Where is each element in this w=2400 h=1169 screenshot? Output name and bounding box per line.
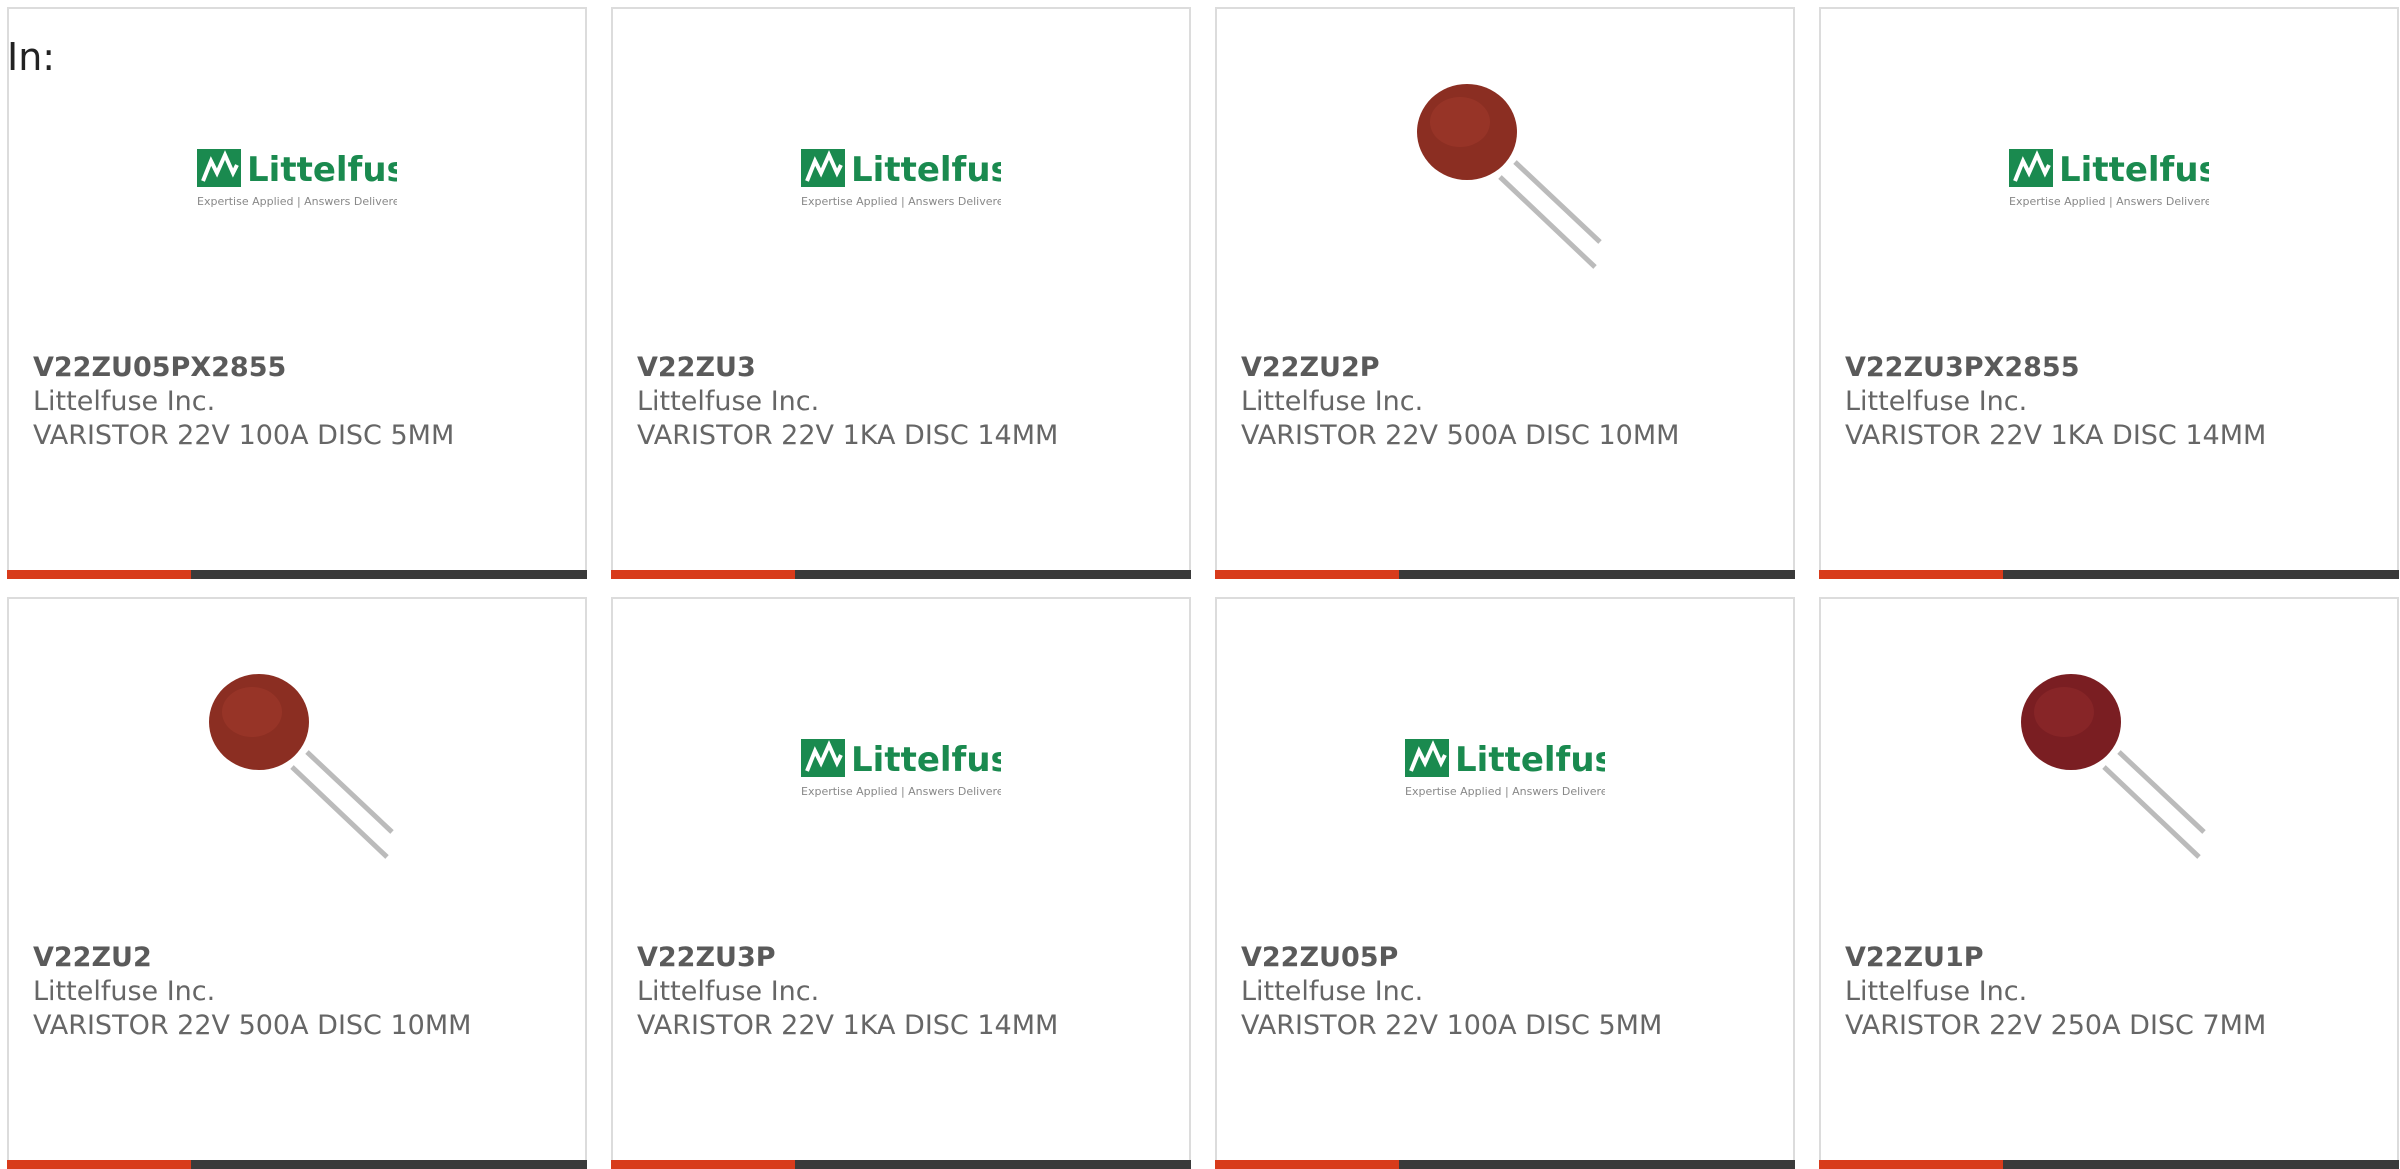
svg-text:Littelfuse: Littelfuse: [851, 740, 1001, 780]
accent-bar: [1819, 570, 2003, 579]
description: VARISTOR 22V 100A DISC 5MM: [33, 420, 455, 451]
svg-text:Expertise Applied | Answers De: Expertise Applied | Answers Delivered: [197, 195, 397, 208]
accent-bar: [7, 570, 191, 579]
description: VARISTOR 22V 100A DISC 5MM: [1241, 1010, 1663, 1041]
product-image[interactable]: [197, 667, 397, 869]
footer-bar: [191, 570, 587, 579]
svg-text:Expertise Applied | Answers De: Expertise Applied | Answers Delivered: [801, 195, 1001, 208]
footer-bar: [795, 570, 1191, 579]
littelfuse-logo-icon: Littelfuse Expertise Applied | Answers D…: [1405, 739, 1605, 798]
manufacturer: Littelfuse Inc.: [33, 386, 216, 417]
disc-varistor-icon: [2021, 674, 2206, 859]
product-image[interactable]: Littelfuse Expertise Applied | Answers D…: [801, 667, 1001, 869]
manufacturer: Littelfuse Inc.: [637, 976, 820, 1007]
svg-text:Littelfuse: Littelfuse: [1455, 740, 1605, 780]
littelfuse-logo-icon: Littelfuse Expertise Applied | Answers D…: [197, 149, 397, 208]
part-number[interactable]: V22ZU05P: [1241, 941, 1783, 975]
footer-bar: [795, 1160, 1191, 1169]
description: VARISTOR 22V 1KA DISC 14MM: [637, 420, 1059, 451]
part-number[interactable]: V22ZU1P: [1845, 941, 2387, 975]
svg-text:Expertise Applied | Answers De: Expertise Applied | Answers Delivered: [2009, 195, 2209, 208]
disc-varistor-icon: [1417, 84, 1602, 269]
manufacturer: Littelfuse Inc.: [33, 976, 216, 1007]
product-image[interactable]: Littelfuse Expertise Applied | Answers D…: [801, 77, 1001, 279]
filter-label: In:: [7, 35, 56, 79]
product-card[interactable]: V22ZU2P Littelfuse Inc. VARISTOR 22V 500…: [1215, 7, 1795, 579]
accent-bar: [1819, 1160, 2003, 1169]
part-number[interactable]: V22ZU2P: [1241, 351, 1783, 385]
product-card[interactable]: Littelfuse Expertise Applied | Answers D…: [7, 7, 587, 579]
accent-bar: [1215, 570, 1399, 579]
part-number[interactable]: V22ZU2: [33, 941, 575, 975]
product-image[interactable]: Littelfuse Expertise Applied | Answers D…: [197, 77, 397, 279]
littelfuse-logo-icon: Littelfuse Expertise Applied | Answers D…: [801, 739, 1001, 798]
description: VARISTOR 22V 1KA DISC 14MM: [637, 1010, 1059, 1041]
product-card[interactable]: V22ZU2 Littelfuse Inc. VARISTOR 22V 500A…: [7, 597, 587, 1169]
manufacturer: Littelfuse Inc.: [637, 386, 820, 417]
footer-bar: [191, 1160, 587, 1169]
svg-text:Littelfuse: Littelfuse: [247, 150, 397, 190]
footer-bar: [1399, 570, 1795, 579]
svg-text:Expertise Applied | Answers De: Expertise Applied | Answers Delivered: [1405, 785, 1605, 798]
description: VARISTOR 22V 500A DISC 10MM: [1241, 420, 1680, 451]
footer-bar: [2003, 570, 2399, 579]
product-image[interactable]: [1405, 77, 1605, 279]
svg-text:Littelfuse: Littelfuse: [851, 150, 1001, 190]
part-number[interactable]: V22ZU3PX2855: [1845, 351, 2387, 385]
part-number[interactable]: V22ZU05PX2855: [33, 351, 575, 385]
part-number[interactable]: V22ZU3P: [637, 941, 1179, 975]
svg-text:Expertise Applied | Answers De: Expertise Applied | Answers Delivered: [801, 785, 1001, 798]
product-card[interactable]: V22ZU1P Littelfuse Inc. VARISTOR 22V 250…: [1819, 597, 2399, 1169]
svg-text:Littelfuse: Littelfuse: [2059, 150, 2209, 190]
product-image[interactable]: Littelfuse Expertise Applied | Answers D…: [1405, 667, 1605, 869]
footer-bar: [1399, 1160, 1795, 1169]
footer-bar: [2003, 1160, 2399, 1169]
description: VARISTOR 22V 250A DISC 7MM: [1845, 1010, 2267, 1041]
part-number[interactable]: V22ZU3: [637, 351, 1179, 385]
product-image[interactable]: Littelfuse Expertise Applied | Answers D…: [2009, 77, 2209, 279]
product-grid: Littelfuse Expertise Applied | Answers D…: [0, 0, 2400, 1169]
description: VARISTOR 22V 500A DISC 10MM: [33, 1010, 472, 1041]
littelfuse-logo-icon: Littelfuse Expertise Applied | Answers D…: [801, 149, 1001, 208]
accent-bar: [611, 1160, 795, 1169]
manufacturer: Littelfuse Inc.: [1845, 386, 2028, 417]
product-card[interactable]: Littelfuse Expertise Applied | Answers D…: [1819, 7, 2399, 579]
littelfuse-logo-icon: Littelfuse Expertise Applied | Answers D…: [2009, 149, 2209, 208]
accent-bar: [611, 570, 795, 579]
manufacturer: Littelfuse Inc.: [1241, 386, 1424, 417]
disc-varistor-icon: [209, 674, 394, 859]
manufacturer: Littelfuse Inc.: [1845, 976, 2028, 1007]
description: VARISTOR 22V 1KA DISC 14MM: [1845, 420, 2267, 451]
manufacturer: Littelfuse Inc.: [1241, 976, 1424, 1007]
product-card[interactable]: Littelfuse Expertise Applied | Answers D…: [611, 597, 1191, 1169]
product-card[interactable]: Littelfuse Expertise Applied | Answers D…: [1215, 597, 1795, 1169]
accent-bar: [1215, 1160, 1399, 1169]
accent-bar: [7, 1160, 191, 1169]
product-image[interactable]: [2009, 667, 2209, 869]
product-card[interactable]: Littelfuse Expertise Applied | Answers D…: [611, 7, 1191, 579]
